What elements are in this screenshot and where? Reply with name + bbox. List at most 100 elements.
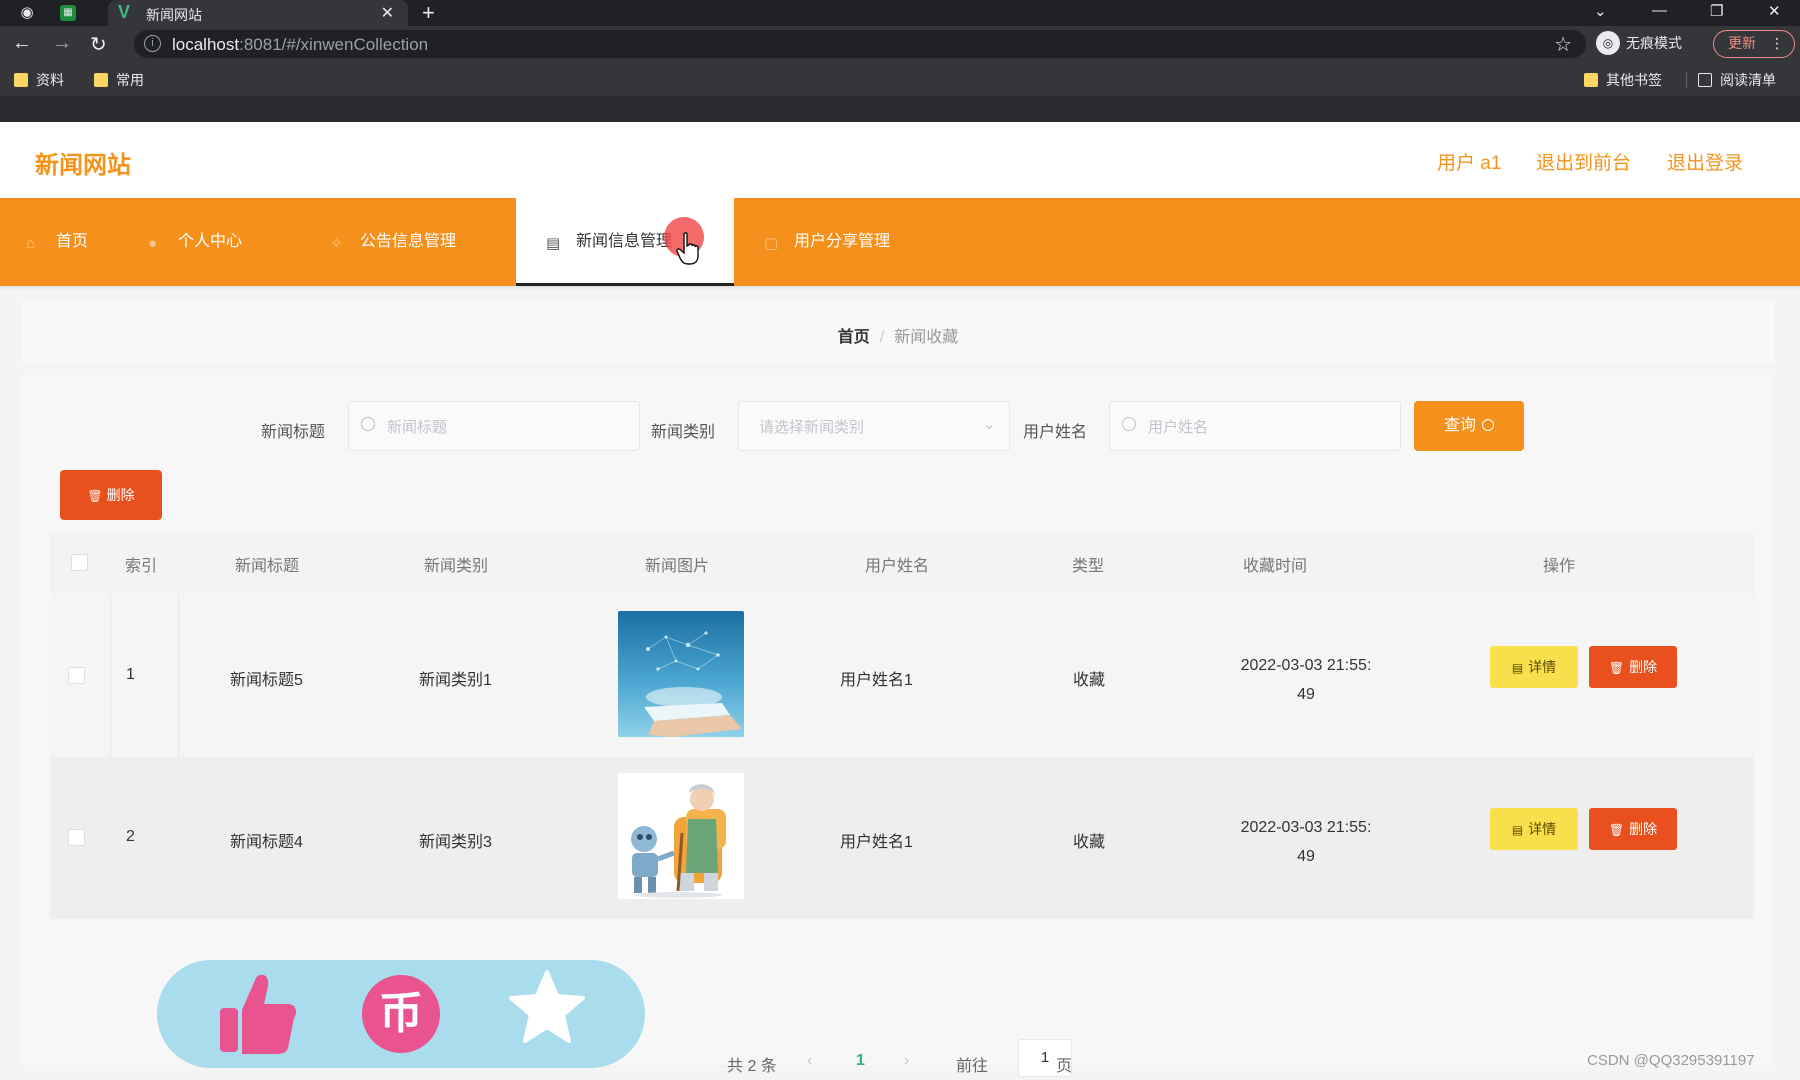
new-tab-icon[interactable]: + [422, 0, 435, 26]
row-checkbox[interactable] [68, 667, 85, 684]
cell-title: 新闻标题4 [230, 834, 303, 851]
favorite-star-icon[interactable] [508, 968, 586, 1048]
coin-button[interactable]: 币 [362, 975, 440, 1053]
header-type: 类型 [1072, 558, 1105, 575]
table-row: 2 新闻标题4 新闻类别3 用户姓名1 收藏 2022-03-03 21:55:… [50, 757, 1754, 919]
incognito-indicator[interactable]: ◎ 无痕模式 [1596, 31, 1682, 57]
address-bar[interactable]: i localhost:8081/#/xinwenCollection ☆ [134, 30, 1586, 58]
cell-type: 收藏 [1073, 672, 1106, 689]
window-close-icon[interactable]: ✕ [1768, 2, 1781, 20]
select-all-checkbox[interactable] [71, 554, 88, 571]
incognito-icon: ◎ [1596, 31, 1620, 55]
trash-icon: 🗑 [87, 489, 103, 503]
back-to-front-link[interactable]: 退出到前台 [1536, 148, 1631, 175]
cell-type: 收藏 [1073, 834, 1106, 851]
site-info-icon[interactable]: i [144, 35, 161, 52]
user-label: 用户 a1 [1437, 153, 1502, 174]
browser-toolbar: ← → ↻ i localhost:8081/#/xinwenCollectio… [0, 26, 1800, 62]
column-divider [178, 595, 179, 757]
cell-category: 新闻类别3 [419, 834, 492, 851]
bookmarks-bar: 资料 常用 其他书签 阅读清单 [0, 62, 1800, 97]
browser-tab[interactable]: V 新闻网站 ✕ [108, 0, 408, 26]
pagination-total: 共 2 条 [727, 1058, 777, 1075]
pagination-page-1[interactable]: 1 [856, 1052, 865, 1070]
notice-icon: ✧ [330, 235, 343, 252]
detail-button[interactable]: ▤ 详情 [1490, 646, 1578, 688]
detail-button[interactable]: ▤ 详情 [1490, 808, 1578, 850]
table-row: 1 新闻标题5 新闻类别1 用户姓名1 收藏 2022-03-03 21:55:… [50, 595, 1754, 757]
floating-action-bar: 币 [157, 960, 645, 1068]
pagination-page-suffix: 页 [1056, 1058, 1073, 1075]
cell-title: 新闻标题5 [230, 672, 303, 689]
share-icon: ▢ [764, 235, 779, 252]
tab-search-icon[interactable]: ⌄ [1594, 2, 1607, 20]
news-image-thumbnail[interactable] [618, 611, 744, 737]
browser-tab-title: 新闻网站 [146, 7, 202, 23]
document-icon: ▤ [1511, 661, 1524, 675]
filter-category-label: 新闻类别 [651, 424, 716, 441]
logout-link[interactable]: 退出登录 [1667, 148, 1743, 175]
thumbs-up-icon[interactable] [216, 972, 298, 1056]
more-menu-icon[interactable]: ⋮ [1770, 31, 1784, 56]
query-button[interactable]: 查询 [1414, 401, 1524, 451]
news-title-search-input[interactable]: 新闻标题 [348, 401, 640, 451]
header-actions: 操作 [1543, 558, 1576, 575]
forward-icon[interactable]: → [52, 32, 72, 55]
site-logo[interactable]: 新闻网站 [35, 145, 131, 180]
bookmark-folder-changyong[interactable]: 常用 [94, 70, 144, 90]
update-button[interactable]: 更新 ⋮ [1713, 30, 1795, 58]
home-icon: ⌂ [26, 235, 36, 252]
header-username: 用户姓名 [865, 558, 930, 575]
news-image-thumbnail[interactable] [618, 773, 744, 899]
coin-icon: 币 [379, 989, 423, 1038]
bookmark-folder-ziliao[interactable]: 资料 [14, 70, 64, 90]
pagination-next-icon[interactable]: › [904, 1052, 909, 1070]
header-title: 新闻标题 [235, 558, 300, 575]
nav-item-home[interactable]: ⌂ 首页 [26, 198, 88, 286]
chevron-down-icon: ⌄ [983, 416, 995, 432]
breadcrumb-home[interactable]: 首页 [838, 329, 870, 346]
document-icon: ▤ [1511, 823, 1524, 837]
pagination-goto-label: 前往 [956, 1058, 989, 1075]
cell-time: 2022-03-03 21:55: 49 [1240, 657, 1372, 703]
news-icon: ▤ [546, 235, 561, 252]
restore-icon[interactable]: ❐ [1710, 2, 1723, 20]
bulk-delete-button[interactable]: 🗑 删除 [60, 470, 162, 520]
username-search-input[interactable]: 用户姓名 [1109, 401, 1401, 451]
nav-item-share-management[interactable]: ▢ 用户分享管理 [764, 198, 890, 286]
bookmark-star-icon[interactable]: ☆ [1554, 32, 1572, 57]
cell-index: 1 [126, 666, 135, 683]
browser-menu-icon[interactable]: ◉ [18, 4, 36, 22]
reading-list[interactable]: 阅读清单 [1698, 70, 1776, 90]
breadcrumb: 首页 / 新闻收藏 [22, 323, 1774, 347]
breadcrumb-current: 新闻收藏 [894, 329, 959, 346]
robot-and-elder-image [631, 784, 726, 898]
cell-username: 用户姓名1 [840, 834, 913, 851]
cell-index: 2 [126, 828, 135, 845]
back-icon[interactable]: ← [12, 32, 32, 55]
column-divider [110, 595, 111, 757]
row-checkbox[interactable] [68, 829, 85, 846]
other-bookmarks[interactable]: 其他书签 [1584, 70, 1662, 90]
news-category-select[interactable]: 请选择新闻类别 ⌄ [738, 401, 1010, 451]
app-favicon-icon[interactable]: ▦ [60, 5, 76, 21]
tablet-hologram-image [644, 631, 742, 737]
hand-cursor-icon [676, 232, 699, 265]
vue-favicon-icon: V [118, 2, 131, 22]
main-nav: ⌂ 首页 ● 个人中心 ✧ 公告信息管理 ▤ 新闻信息管理 ▢ 用户分享管理 [0, 198, 1800, 286]
incognito-label: 无痕模式 [1626, 35, 1682, 51]
breadcrumb-separator: / [879, 329, 885, 346]
filter-username-label: 用户姓名 [1023, 424, 1088, 441]
minimize-icon[interactable]: — [1652, 2, 1667, 19]
nav-item-notice-management[interactable]: ✧ 公告信息管理 [330, 198, 456, 286]
delete-button[interactable]: 🗑 删除 [1589, 808, 1677, 850]
address-url[interactable]: localhost:8081/#/xinwenCollection [172, 35, 428, 55]
breadcrumb-bar: 首页 / 新闻收藏 [22, 301, 1774, 363]
delete-button[interactable]: 🗑 删除 [1589, 646, 1677, 688]
cell-category: 新闻类别1 [419, 672, 492, 689]
close-tab-icon[interactable]: ✕ [381, 3, 394, 23]
nav-item-personal-center[interactable]: ● 个人中心 [148, 198, 242, 286]
pagination-prev-icon[interactable]: ‹ [807, 1052, 812, 1070]
search-icon [1482, 419, 1494, 431]
reload-icon[interactable]: ↻ [90, 32, 107, 57]
